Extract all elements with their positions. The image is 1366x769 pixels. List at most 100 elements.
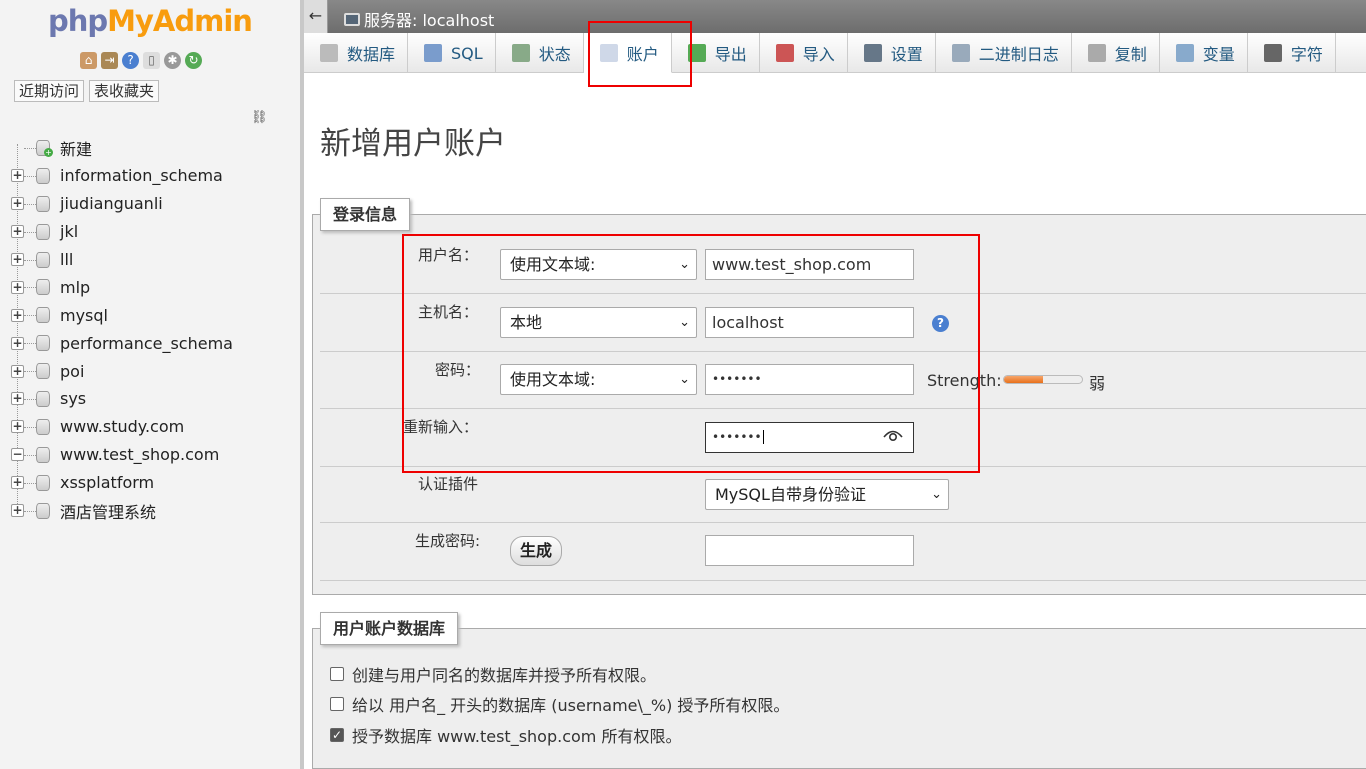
tree-item-db[interactable]: + performance_schema bbox=[0, 329, 300, 357]
expand-icon[interactable]: + bbox=[11, 253, 24, 266]
tab-label: 复制 bbox=[1114, 45, 1147, 64]
tab-status[interactable]: 状态 bbox=[496, 33, 584, 73]
tree-item-db[interactable]: − www.test_shop.com bbox=[0, 441, 300, 469]
expand-icon[interactable]: + bbox=[11, 364, 24, 378]
chevron-down-icon: ⌄ bbox=[679, 372, 690, 387]
tab-label: 账户 bbox=[626, 44, 659, 64]
status-icon bbox=[511, 44, 530, 62]
generated-password-input[interactable] bbox=[705, 535, 914, 566]
tree-item-db[interactable]: + poi bbox=[0, 357, 300, 385]
tree-item-db[interactable]: + information_schema bbox=[0, 162, 300, 190]
tab-label: 二进制日志 bbox=[978, 45, 1059, 64]
database-tree: + 新建 + information_schema + jiudianguanli + j… bbox=[0, 134, 300, 524]
tab-export[interactable]: 导出 bbox=[672, 33, 760, 73]
tree-item-db[interactable]: + 酒店管理系统 bbox=[0, 497, 300, 525]
db-option-checkbox[interactable]: 创建与用户同名的数据库并授予所有权限。 bbox=[330, 662, 656, 686]
tree-item-label: sys bbox=[60, 389, 87, 409]
db-option-checkbox[interactable]: ✓ 授予数据库 www.test_shop.com 所有权限。 bbox=[330, 723, 681, 747]
expand-icon[interactable]: + bbox=[11, 420, 24, 434]
tree-item-db[interactable]: + xssplatform bbox=[0, 469, 300, 497]
password-mode-select[interactable]: 使用文本域: ⌄ bbox=[500, 364, 697, 395]
help-icon[interactable]: ? bbox=[122, 52, 139, 69]
checkbox[interactable] bbox=[330, 697, 344, 711]
favorites-tab[interactable]: 表收藏夹 bbox=[89, 80, 160, 102]
expand-icon[interactable]: + bbox=[11, 169, 24, 183]
export-icon bbox=[687, 44, 706, 62]
tree-item-db[interactable]: + www.study.com bbox=[0, 413, 300, 441]
tab-accounts[interactable]: 账户 bbox=[583, 33, 672, 73]
tree-item-db[interactable]: + jkl bbox=[0, 218, 300, 246]
tab-charset[interactable]: 字符 bbox=[1248, 33, 1336, 73]
phpmyadmin-logo[interactable]: phpMyAdmin bbox=[48, 4, 253, 38]
expand-icon[interactable]: + bbox=[11, 476, 24, 490]
database-icon bbox=[36, 418, 50, 435]
host-mode-value: 本地 bbox=[510, 313, 543, 332]
auth-plugin-label: 认证插件 bbox=[418, 475, 479, 493]
tab-sql[interactable]: SQL bbox=[408, 33, 496, 73]
tab-database[interactable]: 数据库 bbox=[304, 33, 409, 73]
tab-variables[interactable]: 变量 bbox=[1160, 33, 1248, 73]
tree-item-db[interactable]: + jiudianguanli bbox=[0, 190, 300, 218]
tree-item-db[interactable]: + mlp bbox=[0, 273, 300, 301]
settings-icon[interactable]: ✱ bbox=[164, 52, 181, 69]
logout-icon[interactable]: ⇥ bbox=[101, 52, 118, 69]
tree-item-db[interactable]: + lll bbox=[0, 246, 300, 274]
expand-icon[interactable]: + bbox=[11, 225, 24, 239]
tree-item-db[interactable]: + mysql bbox=[0, 301, 300, 329]
link-icon[interactable]: ⛓ bbox=[251, 110, 268, 125]
server-icon bbox=[344, 12, 360, 26]
tree-item-label: poi bbox=[60, 361, 85, 381]
expand-icon[interactable]: + bbox=[11, 336, 24, 350]
tab-binlog[interactable]: 二进制日志 bbox=[936, 33, 1072, 73]
checkbox[interactable]: ✓ bbox=[330, 728, 344, 742]
charset-icon bbox=[1263, 44, 1282, 62]
password-label: 密码： bbox=[435, 361, 481, 379]
show-password-icon[interactable] bbox=[883, 428, 903, 442]
home-icon[interactable]: ⌂ bbox=[80, 52, 97, 69]
checkbox-label: 给以 用户名_ 开头的数据库 (username\_%) 授予所有权限。 bbox=[352, 696, 790, 715]
new-plus-icon: + bbox=[44, 148, 53, 157]
expand-icon[interactable]: + bbox=[11, 197, 24, 211]
tab-replication[interactable]: 复制 bbox=[1072, 33, 1160, 73]
username-input[interactable]: www.test_shop.com bbox=[705, 249, 914, 280]
tab-label: 字符 bbox=[1290, 45, 1323, 64]
tab-import[interactable]: 导入 bbox=[760, 33, 848, 73]
expand-icon[interactable]: + bbox=[11, 308, 24, 322]
username-mode-select[interactable]: 使用文本域: ⌄ bbox=[500, 249, 697, 280]
database-icon bbox=[320, 44, 338, 62]
strength-meter-fill bbox=[1004, 376, 1043, 383]
host-mode-select[interactable]: 本地 ⌄ bbox=[500, 307, 697, 338]
password-input[interactable]: ••••••• bbox=[705, 364, 914, 395]
chevron-down-icon: ⌄ bbox=[679, 257, 690, 272]
import-icon bbox=[775, 44, 794, 62]
help-icon[interactable]: ? bbox=[932, 315, 949, 332]
auth-plugin-select[interactable]: MySQL自带身份验证 ⌄ bbox=[705, 479, 949, 510]
login-info-legend: 登录信息 bbox=[320, 198, 411, 231]
server-breadcrumb[interactable]: 服务器: localhost bbox=[344, 7, 494, 31]
expand-icon[interactable]: + bbox=[11, 392, 24, 406]
database-icon bbox=[36, 363, 50, 380]
host-input[interactable]: localhost bbox=[705, 307, 914, 338]
collapse-button[interactable]: ← bbox=[304, 0, 328, 33]
panel-splitter[interactable] bbox=[300, 0, 304, 769]
database-icon bbox=[36, 335, 50, 352]
tab-settings[interactable]: 设置 bbox=[848, 33, 936, 73]
tree-item-label: www.test_shop.com bbox=[60, 445, 220, 465]
recent-tab[interactable]: 近期访问 bbox=[14, 80, 85, 102]
database-icon bbox=[36, 251, 50, 268]
main-menu: 数据库 SQL 状态 账户 导出 导入 设置 二进制日志 复制 变量 字符 bbox=[304, 33, 1366, 73]
server-label: 服务器: localhost bbox=[364, 11, 495, 30]
settings-icon bbox=[863, 44, 882, 62]
generate-button[interactable]: 生成 bbox=[510, 536, 563, 566]
tree-item-new[interactable]: + 新建 bbox=[0, 134, 300, 162]
reload-icon[interactable]: ↻ bbox=[185, 52, 202, 69]
db-option-checkbox[interactable]: 给以 用户名_ 开头的数据库 (username\_%) 授予所有权限。 bbox=[330, 692, 789, 716]
checkbox[interactable] bbox=[330, 667, 344, 681]
collapse-icon[interactable]: − bbox=[11, 448, 24, 462]
tree-item-label: xssplatform bbox=[60, 473, 155, 493]
docs-icon[interactable]: ▯ bbox=[143, 52, 160, 69]
expand-icon[interactable]: + bbox=[11, 504, 24, 518]
expand-icon[interactable]: + bbox=[11, 280, 24, 294]
tree-item-db[interactable]: + sys bbox=[0, 385, 300, 413]
chevron-down-icon: ⌄ bbox=[679, 315, 690, 330]
